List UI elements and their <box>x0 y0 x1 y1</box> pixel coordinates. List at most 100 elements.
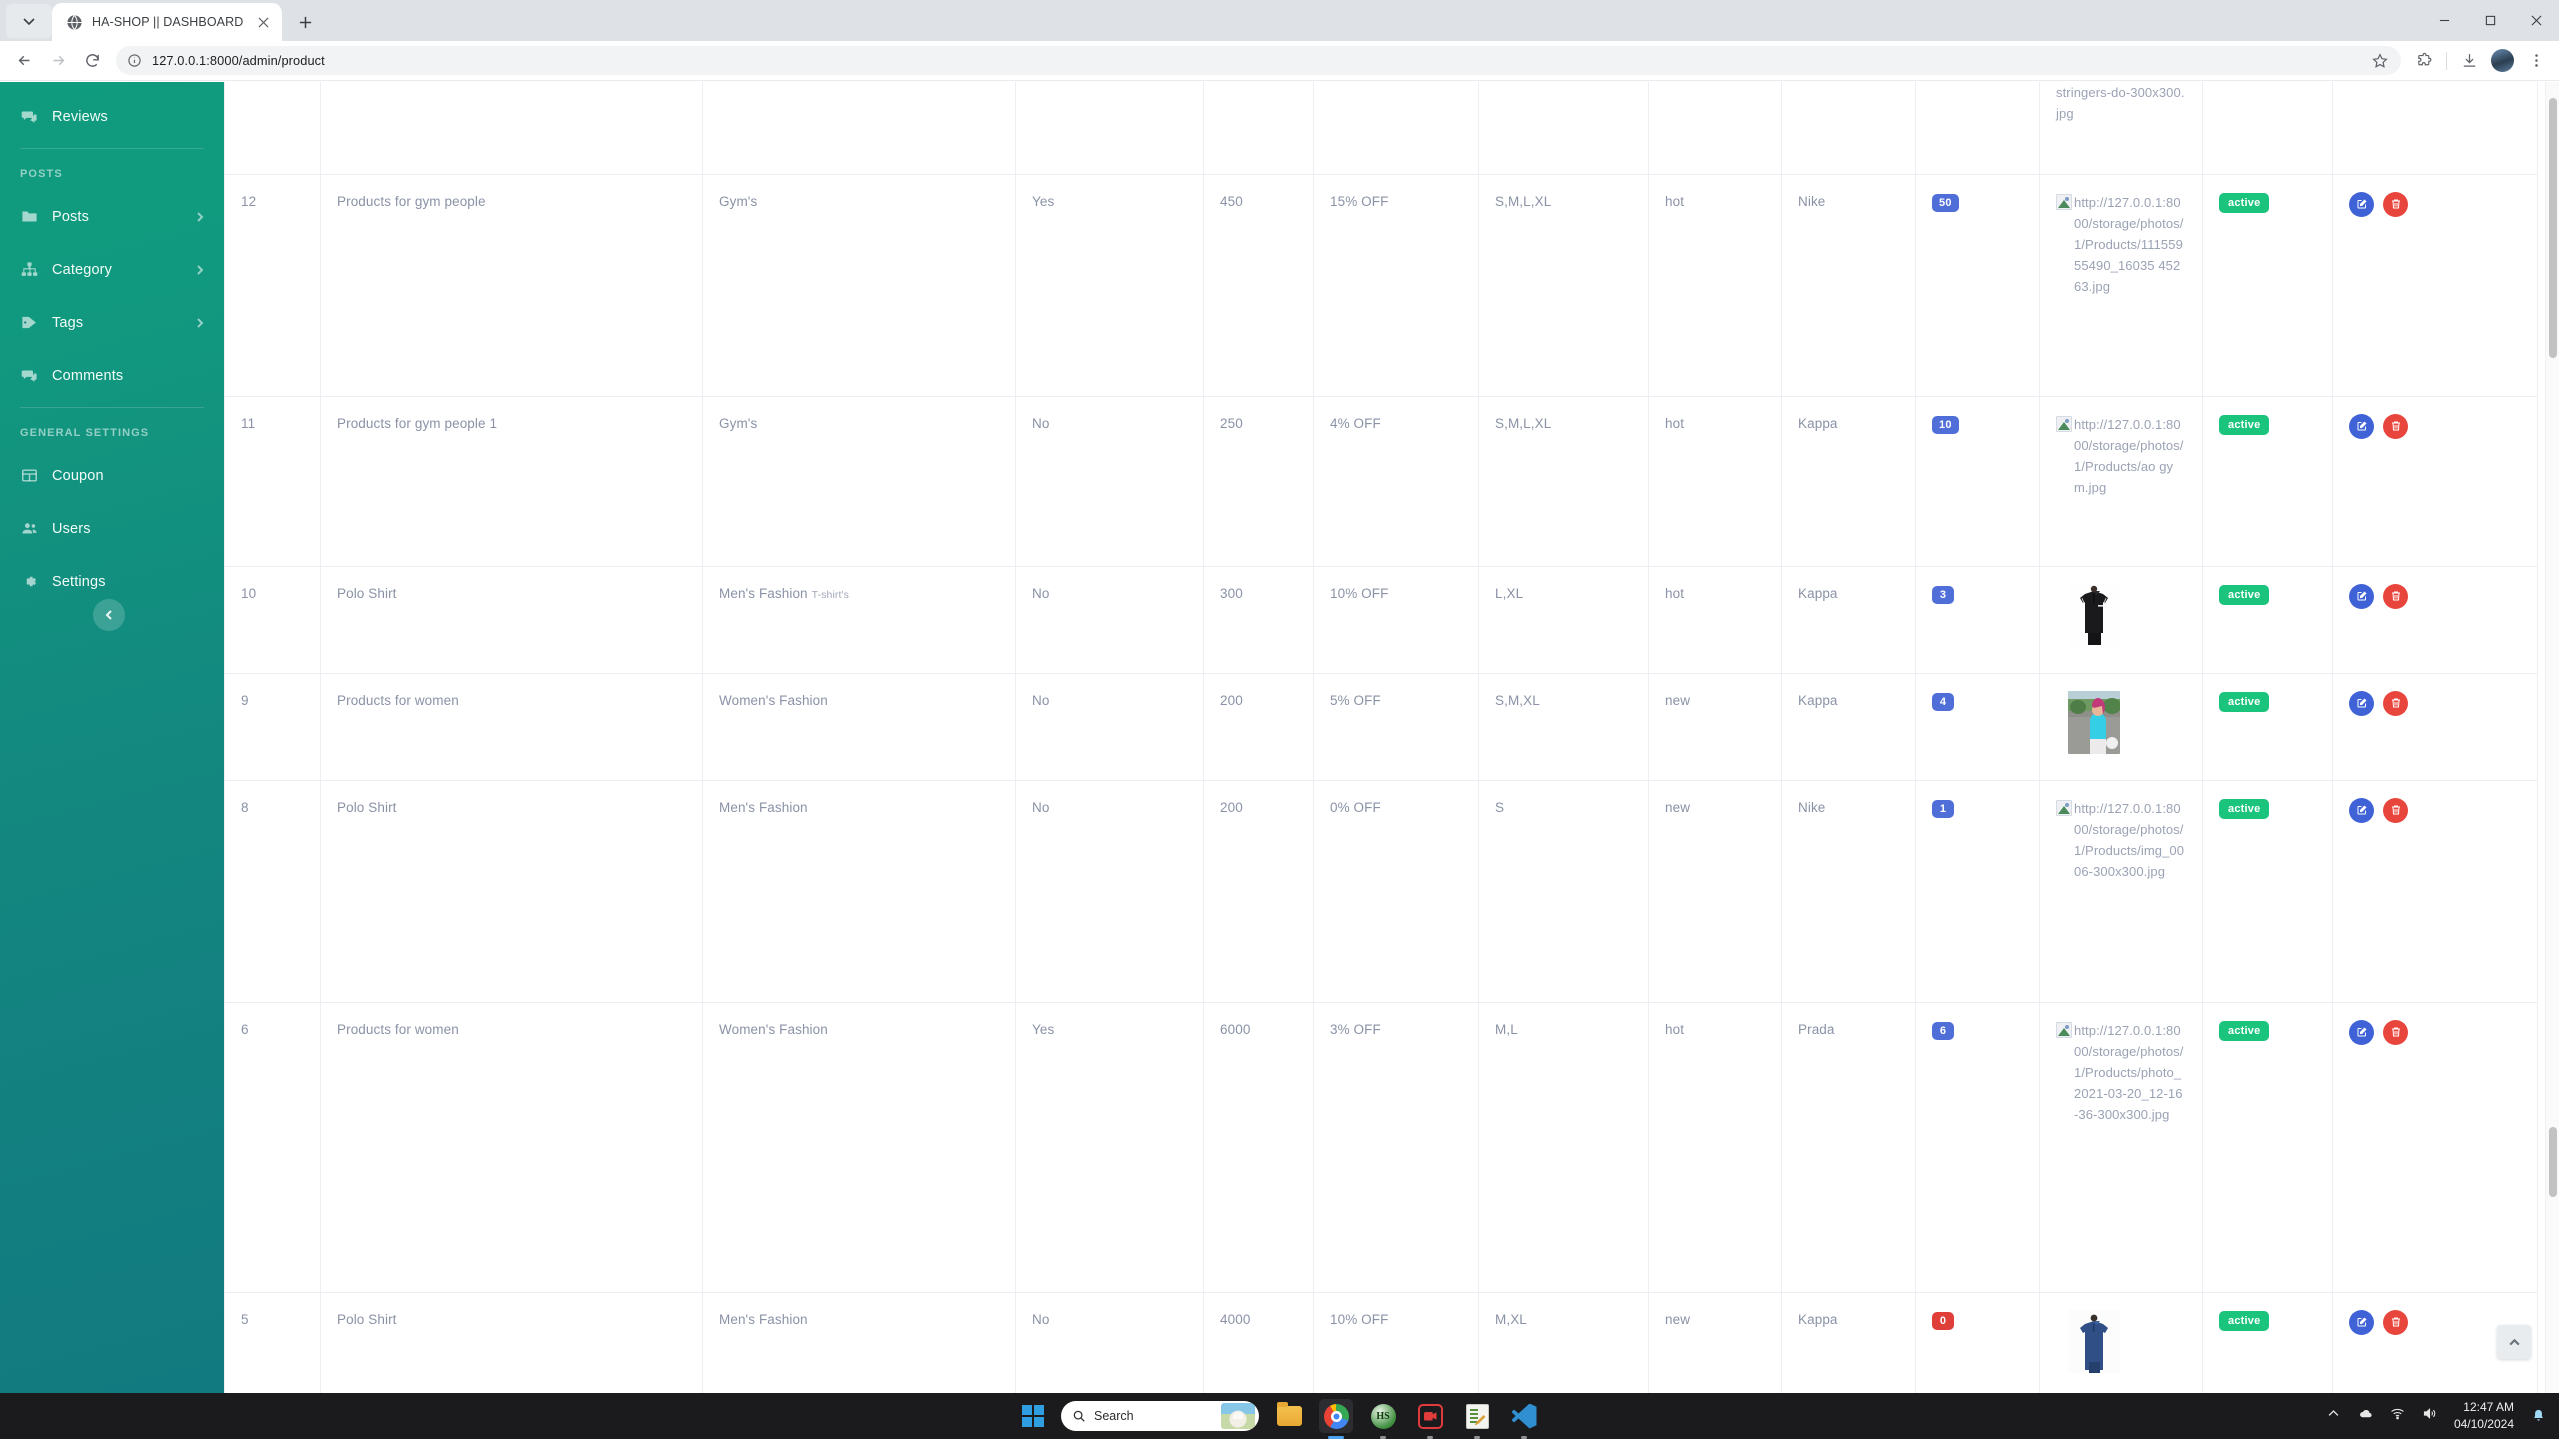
delete-button[interactable] <box>2383 583 2408 609</box>
sidebar-item-category[interactable]: Category <box>0 243 224 296</box>
window-close-icon[interactable] <box>2513 0 2559 41</box>
cell-condition: new <box>1648 1292 1782 1393</box>
taskbar-chrome[interactable] <box>1319 1399 1353 1439</box>
edit-button[interactable] <box>2349 1309 2374 1335</box>
cell-brand: Kappa <box>1781 673 1916 781</box>
cell-status: active <box>2202 780 2333 1003</box>
edit-button[interactable] <box>2349 1019 2374 1045</box>
cell-actions <box>2332 174 2538 397</box>
sidebar-item-label: Users <box>52 520 91 537</box>
taskbar-clock[interactable]: 12:47 AM 04/10/2024 <box>2454 1399 2514 1432</box>
vscode-icon <box>1512 1404 1537 1429</box>
taskbar-screen-recorder[interactable] <box>1413 1399 1447 1439</box>
search-placeholder: Search <box>1094 1409 1134 1423</box>
back-icon[interactable] <box>8 45 40 77</box>
cell-name: Polo Shirt <box>320 566 703 674</box>
cell-category <box>702 82 1016 175</box>
close-icon[interactable] <box>254 13 272 31</box>
notifications-bell-icon[interactable] <box>2531 1408 2547 1424</box>
table-row[interactable]: stringers-do-300x300.jpg <box>224 82 2538 175</box>
profile-avatar[interactable] <box>2491 49 2514 72</box>
quantity-badge: 10 <box>1932 415 1959 434</box>
table-row[interactable]: 12 Products for gym people Gym's Yes 450… <box>224 174 2538 397</box>
address-bar[interactable]: 127.0.0.1:8000/admin/product <box>116 46 2401 75</box>
cell-image: stringers-do-300x300.jpg <box>2039 82 2203 175</box>
edit-button[interactable] <box>2349 583 2374 609</box>
page-scrollbar[interactable] <box>2545 82 2559 1393</box>
volume-icon[interactable] <box>2422 1406 2437 1426</box>
scrollbar-thumb[interactable] <box>2549 98 2557 358</box>
status-badge: active <box>2219 192 2270 213</box>
cell-discount: 0% OFF <box>1313 780 1479 1003</box>
maximize-icon[interactable] <box>2467 0 2513 41</box>
sidebar-item-label: Tags <box>52 314 84 331</box>
back-to-top-button[interactable] <box>2497 1325 2531 1359</box>
table-row[interactable]: 10 Polo Shirt Men's Fashion T-shirt's No … <box>224 566 2538 674</box>
delete-button[interactable] <box>2383 413 2408 439</box>
cell-actions <box>2332 780 2538 1003</box>
forward-icon[interactable] <box>42 45 74 77</box>
cell-image: http://127.0.0.1:8000/storage/photos/1/P… <box>2039 396 2203 567</box>
tab-search-button[interactable] <box>6 4 52 38</box>
delete-button[interactable] <box>2383 690 2408 716</box>
cell-name: Products for women <box>320 1002 703 1293</box>
sidebar-item-posts[interactable]: Posts <box>0 190 224 243</box>
taskbar-hs-app[interactable]: HS <box>1366 1399 1400 1439</box>
cell-size: S <box>1478 780 1649 1003</box>
cell-brand: Kappa <box>1781 566 1916 674</box>
chrome-icon <box>1323 1403 1349 1429</box>
site-info-icon[interactable] <box>127 53 142 68</box>
edit-button[interactable] <box>2349 690 2374 716</box>
table-row[interactable]: 9 Products for women Women's Fashion No … <box>224 673 2538 781</box>
table-row[interactable]: 8 Polo Shirt Men's Fashion No 200 0% OFF… <box>224 780 2538 1003</box>
delete-button[interactable] <box>2383 797 2408 823</box>
sidebar-item-users[interactable]: Users <box>0 502 224 555</box>
cell-image <box>2039 566 2203 674</box>
table-row[interactable]: 11 Products for gym people 1 Gym's No 25… <box>224 396 2538 567</box>
cell-quantity <box>1915 82 2040 175</box>
edit-button[interactable] <box>2349 413 2374 439</box>
browser-window: HA-SHOP || DASHBOARD 127.0.0.1:8000/admi… <box>0 0 2559 1439</box>
taskbar-search[interactable]: Search <box>1061 1401 1259 1431</box>
browser-tab[interactable]: HA-SHOP || DASHBOARD <box>52 3 282 41</box>
delete-button[interactable] <box>2383 1309 2408 1335</box>
folder-icon <box>20 208 39 225</box>
sidebar-collapse-button[interactable] <box>93 599 125 631</box>
sidebar-item-tags[interactable]: Tags <box>0 296 224 349</box>
table-row[interactable]: 6 Products for women Women's Fashion Yes… <box>224 1002 2538 1293</box>
edit-button[interactable] <box>2349 797 2374 823</box>
taskbar-notepad[interactable] <box>1460 1399 1494 1439</box>
downloads-icon[interactable] <box>2454 46 2484 76</box>
broken-image-text: stringers-do-300x300.jpg <box>2056 85 2185 122</box>
extensions-icon[interactable] <box>2409 46 2439 76</box>
minimize-icon[interactable] <box>2421 0 2467 41</box>
cell-price: 200 <box>1203 673 1314 781</box>
cell-id: 10 <box>224 566 321 674</box>
sidebar-item-label: Posts <box>52 208 90 225</box>
sidebar-item-reviews[interactable]: Reviews <box>0 90 224 143</box>
sidebar-item-coupon[interactable]: Coupon <box>0 449 224 502</box>
start-button[interactable] <box>1018 1401 1048 1431</box>
wifi-icon[interactable] <box>2390 1406 2405 1426</box>
edit-button[interactable] <box>2349 191 2374 217</box>
chrome-menu-icon[interactable] <box>2521 46 2551 76</box>
table-row[interactable]: 5 Polo Shirt Men's Fashion No 4000 10% O… <box>224 1292 2538 1393</box>
taskbar-file-explorer[interactable] <box>1272 1399 1306 1433</box>
bookmark-star-icon[interactable] <box>2371 52 2389 70</box>
window-controls <box>2421 0 2559 41</box>
delete-button[interactable] <box>2383 1019 2408 1045</box>
scrollbar-thumb-secondary[interactable] <box>2549 1127 2557 1197</box>
taskbar-vscode[interactable] <box>1507 1399 1541 1439</box>
onedrive-icon[interactable] <box>2358 1406 2373 1426</box>
reload-icon[interactable] <box>76 45 108 77</box>
search-highlight-image <box>1221 1403 1255 1429</box>
browser-toolbar: 127.0.0.1:8000/admin/product <box>0 41 2559 81</box>
delete-button[interactable] <box>2383 191 2408 217</box>
new-tab-button[interactable] <box>288 5 322 39</box>
cell-quantity: 3 <box>1915 566 2040 674</box>
broken-image-icon <box>2056 799 2072 816</box>
show-hidden-icons-icon[interactable] <box>2326 1406 2341 1426</box>
cell-actions <box>2332 566 2538 674</box>
sidebar-item-comments[interactable]: Comments <box>0 349 224 402</box>
cell-name <box>320 82 703 175</box>
